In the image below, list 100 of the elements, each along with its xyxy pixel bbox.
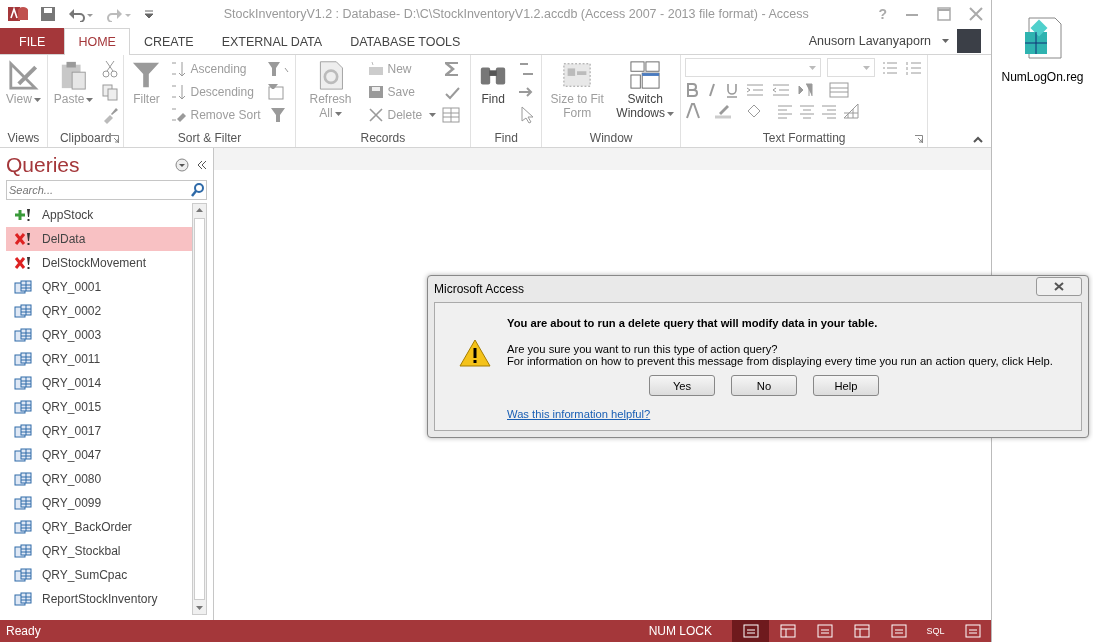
- caret-icon: [942, 39, 949, 43]
- select-query-icon: [14, 472, 32, 486]
- dialog-button[interactable]: Yes: [649, 375, 715, 396]
- group-label: Clipboard: [59, 131, 112, 145]
- help-link[interactable]: Was this information helpful?: [507, 408, 651, 420]
- append-query-icon: [14, 208, 32, 222]
- ribbon-tab[interactable]: HOME: [64, 28, 130, 55]
- ribbon-tab[interactable]: DATABASE TOOLS: [336, 28, 475, 54]
- view-button[interactable]: SQL: [917, 620, 954, 642]
- query-item[interactable]: QRY_0001: [6, 275, 192, 299]
- scissors-icon[interactable]: [101, 60, 120, 78]
- outdent-icon[interactable]: [771, 82, 792, 98]
- query-item[interactable]: DelStockMovement: [6, 251, 192, 275]
- query-item[interactable]: QRY_SumCpac: [6, 563, 192, 587]
- query-item[interactable]: QRY_0015: [6, 395, 192, 419]
- close-button[interactable]: [1036, 276, 1082, 296]
- windows-icon[interactable]: [628, 60, 663, 90]
- view-icon: [964, 624, 981, 638]
- indent-icon[interactable]: [745, 82, 766, 98]
- align-center-icon[interactable]: [799, 103, 816, 119]
- filter-lightning-icon[interactable]: [266, 60, 291, 78]
- select-query-icon: [14, 376, 32, 390]
- bullets-icon[interactable]: [881, 59, 900, 76]
- select-query-icon: [14, 448, 32, 462]
- status-text: Ready: [6, 624, 42, 638]
- group-label: Sort & Filter: [177, 131, 242, 145]
- close-icon[interactable]: [1054, 281, 1064, 291]
- view-button[interactable]: [732, 620, 769, 642]
- group-label: Window: [589, 131, 633, 145]
- select-query-icon: [14, 424, 32, 438]
- query-item[interactable]: QRY_0014: [6, 371, 192, 395]
- ribbon-command[interactable]: Switch Windows: [614, 58, 677, 122]
- align-right-icon[interactable]: [821, 103, 838, 119]
- copy-icon[interactable]: [101, 83, 120, 101]
- ribbon-tab[interactable]: EXTERNAL DATA: [207, 28, 337, 54]
- align-left-icon[interactable]: [777, 103, 794, 119]
- user-name[interactable]: Anusorn Lavanyaporn: [808, 34, 931, 48]
- query-item[interactable]: QRY_0047: [6, 443, 192, 467]
- caret-icon: [863, 65, 871, 70]
- bold-icon[interactable]: [685, 82, 700, 98]
- select-query-icon: [14, 304, 32, 318]
- dropdown-circle-icon[interactable]: [175, 158, 189, 172]
- view-icon: [742, 624, 759, 638]
- collapse-pane-icon[interactable]: [197, 160, 207, 170]
- dialog-button[interactable]: Help: [813, 375, 879, 396]
- group-label: Find: [494, 131, 518, 145]
- query-item[interactable]: AppStock: [6, 203, 192, 227]
- pane-title[interactable]: Queries: [6, 153, 175, 177]
- app-logo-icon[interactable]: [8, 5, 28, 23]
- save-icon[interactable]: [40, 6, 56, 22]
- ribbon-tab[interactable]: CREATE: [129, 28, 208, 54]
- select-query-icon: [14, 568, 32, 582]
- query-item[interactable]: QRY_0017: [6, 419, 192, 443]
- query-item[interactable]: QRY_0002: [6, 299, 192, 323]
- view-icon: [890, 624, 907, 638]
- group-label: Text Formatting: [762, 131, 846, 145]
- caret-icon: [86, 97, 94, 102]
- view-icon: [853, 624, 870, 638]
- ribbon-command[interactable]: Find: [475, 58, 512, 108]
- select-query-icon: [14, 592, 32, 606]
- delete-query-icon: [14, 256, 32, 270]
- select-query-icon: [14, 352, 32, 366]
- query-item[interactable]: QRY_Stockbal: [6, 539, 192, 563]
- select-query-icon: [14, 496, 32, 510]
- caret-icon: [334, 111, 342, 116]
- underline-icon[interactable]: [725, 82, 740, 98]
- dialog-message: For information on how to prevent this message from displaying every time you run an action query, click Help.: [507, 355, 1053, 367]
- caret-icon: [667, 111, 675, 116]
- numbering-icon[interactable]: [905, 59, 924, 76]
- caret-icon: [429, 113, 437, 117]
- caret-icon: [33, 97, 41, 102]
- query-item[interactable]: QRY_0099: [6, 491, 192, 515]
- redo-icon[interactable]: [106, 6, 132, 22]
- select-query-icon: [14, 544, 32, 558]
- file-name[interactable]: NumLogOn.reg: [1001, 70, 1084, 84]
- num-lock-indicator: NUM LOCK: [648, 624, 712, 638]
- group-label: Records: [360, 131, 406, 145]
- dialog-message: Are you sure you want to run this type of action query?: [507, 343, 779, 355]
- caret-icon: [809, 65, 817, 70]
- dialog-heading: You are about to run a delete query that will modify data in your table.: [507, 317, 879, 329]
- maximize-icon[interactable]: [937, 7, 951, 21]
- delete-query-icon: [14, 232, 32, 246]
- query-item[interactable]: QRY_0011: [6, 347, 192, 371]
- window-title: StockInventoryV1.2 : Database- D:\C\StockInventoryV1.2.accdb (Access 2007 - 2013 file format) - Access: [222, 7, 810, 21]
- group-label: Views: [7, 131, 40, 145]
- customize-icon[interactable]: [144, 9, 154, 19]
- scrollbar[interactable]: [192, 203, 207, 615]
- query-item[interactable]: QRY_0080: [6, 467, 192, 491]
- dialog-launcher-icon[interactable]: [915, 135, 924, 143]
- query-item[interactable]: QRY_BackOrder: [6, 515, 192, 539]
- select-query-icon: [14, 280, 32, 294]
- collapse-ribbon-icon[interactable]: [973, 136, 983, 143]
- dialog-launcher-icon[interactable]: [111, 135, 120, 143]
- select-query-icon: [14, 400, 32, 414]
- ribbon-tab[interactable]: FILE: [0, 28, 65, 54]
- dialog-button[interactable]: No: [731, 375, 797, 396]
- query-item[interactable]: QRY_0003: [6, 323, 192, 347]
- query-item[interactable]: ReportStockInventory: [6, 587, 192, 611]
- view-icon: [816, 624, 833, 638]
- query-item[interactable]: DelData: [6, 227, 192, 251]
